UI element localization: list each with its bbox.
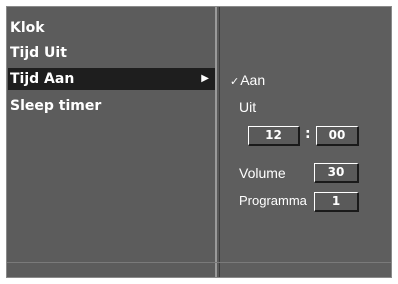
menu-item-label: Sleep timer xyxy=(10,98,102,114)
volume-value: 30 xyxy=(327,165,345,179)
menu-item-label: Tijd Aan xyxy=(10,71,75,87)
minute-field[interactable]: 00 xyxy=(316,126,359,146)
option-aan[interactable]: ✓Aan xyxy=(230,72,265,88)
menu-item-label: Klok xyxy=(10,20,45,36)
program-label: Programma xyxy=(239,193,307,208)
menu-item-klok[interactable]: Klok xyxy=(10,17,45,39)
menu-item-tijd-aan[interactable]: Tijd Aan ▶ xyxy=(8,68,215,90)
volume-field[interactable]: 30 xyxy=(314,163,359,183)
option-uit-label: Uit xyxy=(239,99,257,115)
time-separator: : xyxy=(305,126,311,142)
options-pane xyxy=(219,7,391,277)
minute-value: 00 xyxy=(328,128,346,142)
hour-field[interactable]: 12 xyxy=(248,126,300,146)
program-value: 1 xyxy=(331,194,341,208)
menu-item-sleep-timer[interactable]: Sleep timer xyxy=(10,95,101,117)
menu-item-label: Tijd Uit xyxy=(10,45,67,61)
submenu-arrow-icon: ▶ xyxy=(201,73,209,84)
bottom-divider xyxy=(7,262,391,263)
volume-label: Volume xyxy=(239,165,286,181)
program-field[interactable]: 1 xyxy=(314,192,359,212)
checkmark-icon: ✓ xyxy=(230,76,240,88)
hour-value: 12 xyxy=(265,128,282,142)
option-aan-label: Aan xyxy=(240,72,266,88)
menu-item-tijd-uit[interactable]: Tijd Uit xyxy=(10,42,67,64)
option-uit[interactable]: Uit xyxy=(239,99,256,115)
